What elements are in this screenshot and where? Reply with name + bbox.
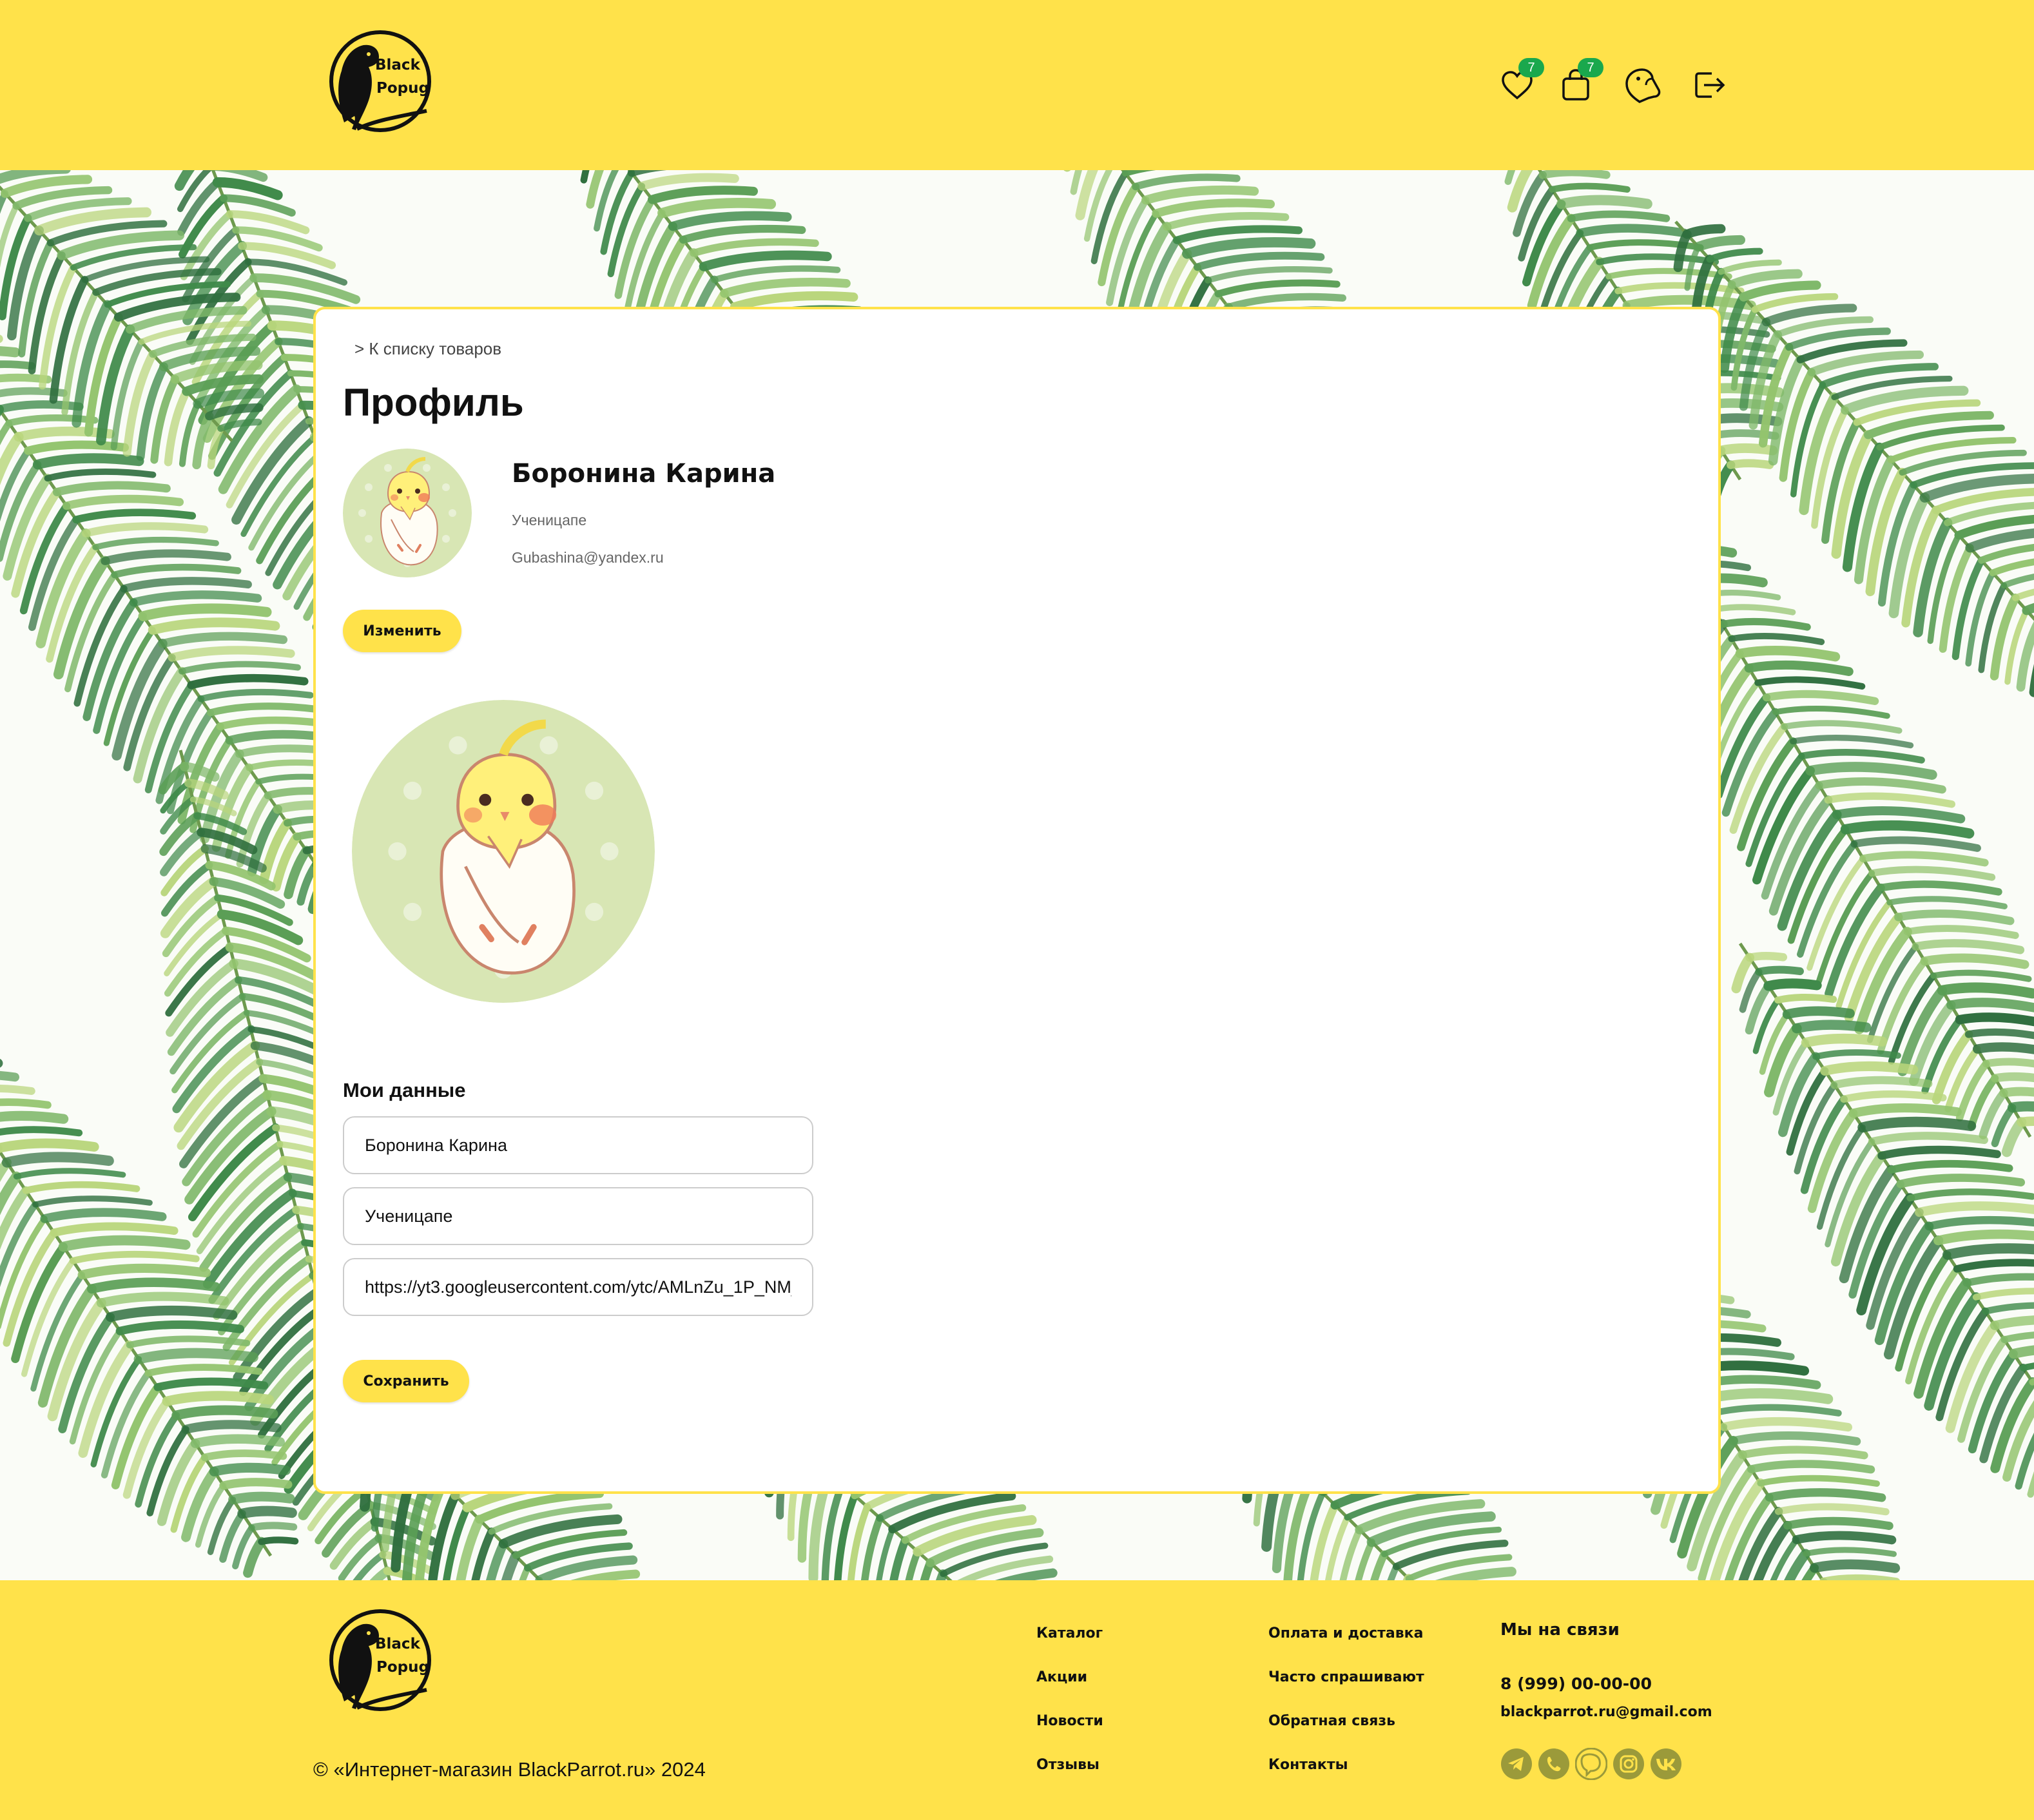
footer-link-faq[interactable]: Часто спрашивают [1268, 1669, 1424, 1685]
cockatiel-avatar-image [343, 449, 472, 577]
black-parrot-logo: Black Popug [329, 30, 431, 132]
viber-link[interactable] [1574, 1747, 1608, 1781]
parrot-tag-icon [1625, 68, 1661, 103]
site-footer: Black Popug © «Интернет-магазин BlackPar… [0, 1580, 2034, 1820]
footer-link-catalog[interactable]: Каталог [1036, 1625, 1103, 1641]
site-header: Black Popug 7 7 [0, 0, 2034, 170]
footer-logo-link[interactable]: Black Popug [318, 1605, 434, 1721]
footer-link-contacts[interactable]: Контакты [1268, 1757, 1348, 1773]
edit-profile-button[interactable]: Изменить [343, 610, 461, 652]
instagram-icon [1613, 1748, 1644, 1779]
footer-logo-text-line2: Popug [376, 1659, 429, 1676]
vk-link[interactable] [1650, 1748, 1682, 1780]
back-to-catalog-link[interactable]: > К списку товаров [354, 339, 501, 359]
copyright-text: © «Интернет-магазин BlackParrot.ru» 2024 [313, 1758, 706, 1781]
footer-link-promotions[interactable]: Акции [1036, 1669, 1087, 1685]
favorites-count-badge: 7 [1518, 58, 1544, 77]
user-status: Ученицапе [512, 512, 587, 528]
avatar-preview [352, 700, 655, 1003]
cart-button[interactable]: 7 [1556, 58, 1603, 106]
whatsapp-icon [1538, 1748, 1569, 1779]
logo-link[interactable]: Black Popug [318, 26, 434, 142]
logout-button[interactable] [1689, 64, 1730, 106]
telegram-link[interactable] [1500, 1748, 1533, 1780]
status-field[interactable] [343, 1187, 813, 1245]
footer-link-feedback[interactable]: Обратная связь [1268, 1713, 1395, 1729]
vk-icon [1651, 1748, 1681, 1779]
contact-email[interactable]: blackparrot.ru@gmail.com [1500, 1704, 1712, 1720]
footer-logo-text-line1: Black [375, 1636, 421, 1652]
user-email: Gubashina@yandex.ru [512, 549, 664, 566]
logo-text-line1: Black [375, 57, 421, 73]
telegram-icon [1501, 1748, 1532, 1779]
footer-link-news[interactable]: Новости [1036, 1713, 1103, 1729]
user-name: Боронина Карина [512, 459, 776, 489]
profile-card: > К списку товаров Профиль Боронина Кари… [313, 307, 1721, 1494]
footer-link-reviews[interactable]: Отзывы [1036, 1757, 1099, 1773]
name-field[interactable] [343, 1116, 813, 1174]
contacts-title: Мы на связи [1500, 1620, 1620, 1640]
favorites-button[interactable]: 7 [1496, 58, 1544, 106]
avatar-url-field[interactable] [343, 1258, 813, 1316]
contact-phone[interactable]: 8 (999) 00-00-00 [1500, 1674, 1652, 1693]
avatar [343, 449, 472, 577]
black-parrot-logo: Black Popug [329, 1609, 431, 1711]
my-data-title: Мои данные [343, 1079, 466, 1101]
save-button[interactable]: Сохранить [343, 1360, 469, 1402]
footer-link-payment-delivery[interactable]: Оплата и доставка [1268, 1625, 1423, 1641]
viber-icon [1574, 1747, 1608, 1781]
logout-icon [1695, 72, 1725, 98]
cockatiel-avatar-preview-image [352, 700, 655, 1003]
whatsapp-link[interactable] [1538, 1748, 1570, 1780]
page-title: Профиль [343, 381, 524, 424]
instagram-link[interactable] [1613, 1748, 1645, 1780]
logo-text-line2: Popug [376, 80, 429, 97]
cart-count-badge: 7 [1578, 58, 1603, 77]
parrot-tag-button[interactable] [1622, 64, 1663, 106]
